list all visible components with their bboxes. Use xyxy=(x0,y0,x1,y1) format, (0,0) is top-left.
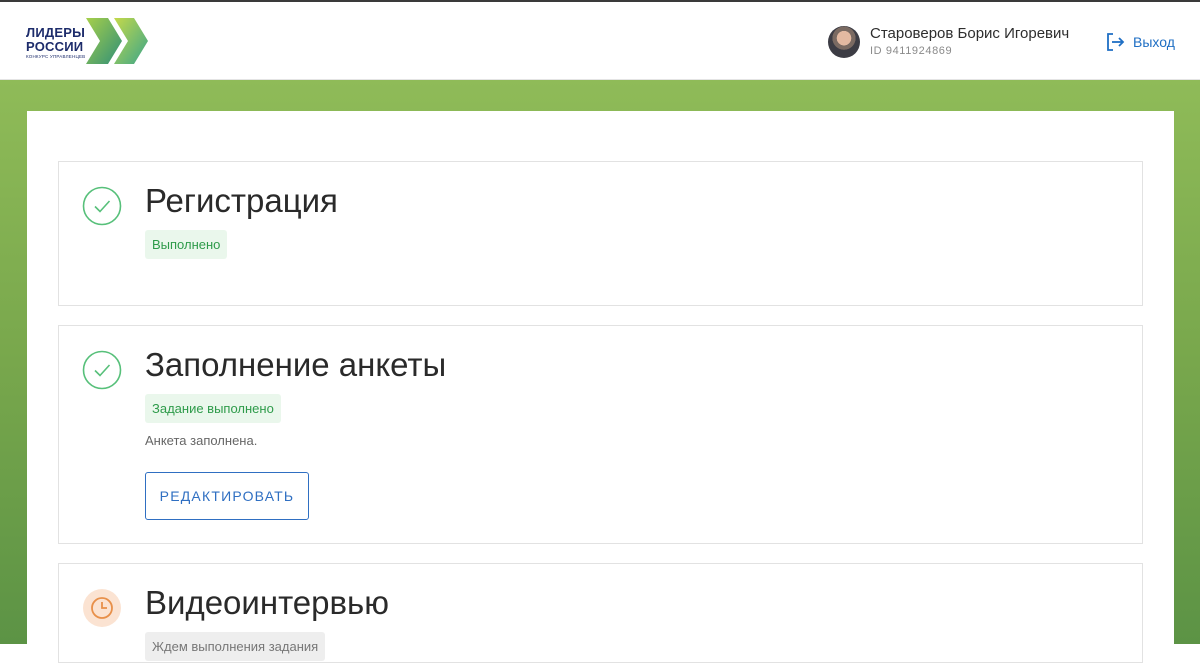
status-badge: Ждем выполнения задания xyxy=(145,632,326,661)
logout-icon xyxy=(1107,33,1125,51)
logo-text: ЛИДЕРЫ РОССИИ xyxy=(26,26,85,54)
logo-chevrons-icon xyxy=(86,18,148,64)
logo-line-1: ЛИДЕРЫ xyxy=(26,25,85,40)
step-title: Заполнение анкеты xyxy=(145,346,447,383)
header: ЛИДЕРЫ РОССИИ КОНКУРС УПРАВЛЕНЦЕВ Старов… xyxy=(0,2,1200,80)
step-card-registration: Регистрация Выполнено xyxy=(58,161,1143,306)
logo[interactable]: ЛИДЕРЫ РОССИИ КОНКУРС УПРАВЛЕНЦЕВ xyxy=(26,16,156,68)
clock-icon xyxy=(83,589,121,627)
main-content: Регистрация Выполнено Заполнение анкеты … xyxy=(27,111,1174,663)
step-title: Регистрация xyxy=(145,182,338,219)
edit-button[interactable]: РЕДАКТИРОВАТЬ xyxy=(145,472,309,520)
logout-label: Выход xyxy=(1133,34,1175,50)
check-circle-icon xyxy=(82,350,122,390)
check-circle-icon xyxy=(82,186,122,226)
user-name: Староверов Борис Игоревич xyxy=(870,25,1070,42)
logo-line-2: РОССИИ xyxy=(26,39,84,54)
step-card-questionnaire: Заполнение анкеты Задание выполнено Анке… xyxy=(58,325,1143,544)
step-title: Видеоинтервью xyxy=(145,584,389,621)
step-card-video-interview: Видеоинтервью Ждем выполнения задания xyxy=(58,563,1143,663)
status-badge: Задание выполнено xyxy=(145,394,281,423)
step-description: Анкета заполнена. xyxy=(145,433,258,448)
avatar[interactable] xyxy=(828,26,860,58)
user-id: ID 9411924869 xyxy=(870,45,953,57)
logo-subtitle: КОНКУРС УПРАВЛЕНЦЕВ xyxy=(26,54,86,59)
status-badge: Выполнено xyxy=(145,230,228,259)
